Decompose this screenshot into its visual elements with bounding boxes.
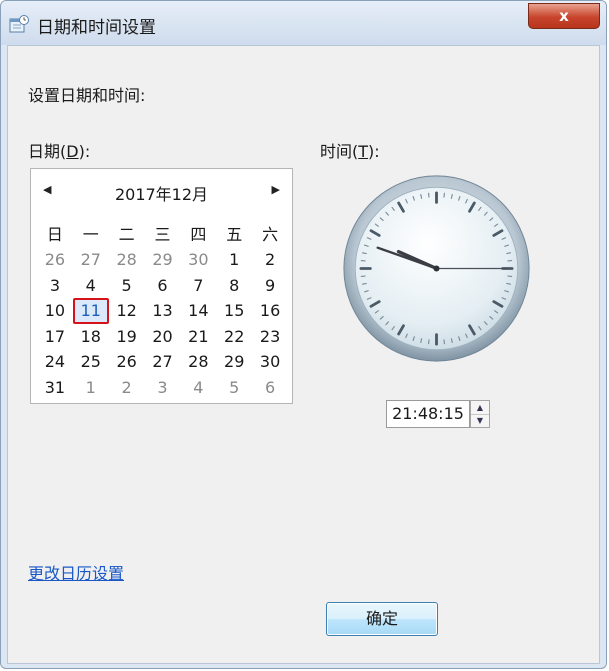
calendar-day[interactable]: 2 — [252, 247, 288, 273]
calendar-day[interactable]: 27 — [73, 247, 109, 273]
calendar-day[interactable]: 6 — [145, 273, 181, 299]
clock-minute-tick — [361, 282, 367, 285]
weekday-label: 日 — [46, 225, 63, 244]
calendar-day[interactable]: 5 — [216, 375, 252, 401]
clock-minute-tick — [420, 193, 423, 199]
calendar-day[interactable]: 20 — [145, 324, 181, 350]
clock-minute-tick — [450, 338, 453, 344]
calendar-day[interactable]: 8 — [216, 273, 252, 299]
calendar-day[interactable]: 4 — [73, 273, 109, 299]
ok-button[interactable]: 确定 — [326, 602, 438, 636]
calendar-day[interactable]: 16 — [252, 298, 288, 324]
calendar-day[interactable]: 28 — [109, 247, 145, 273]
time-decrement-button[interactable]: ▼ — [471, 414, 489, 427]
analog-clock — [343, 175, 530, 362]
arrow-up-icon: ▲ — [476, 403, 484, 412]
date-label: 日期(D): — [28, 142, 91, 161]
dialog-body: 设置日期和时间: 日期(D): 时间(T): ◀ 2017年12月 ▶ 日 一 … — [7, 45, 600, 664]
calendar-day[interactable]: 9 — [252, 273, 288, 299]
calendar-day[interactable]: 30 — [180, 247, 216, 273]
calendar-day[interactable]: 14 — [180, 298, 216, 324]
calendar-day[interactable]: 19 — [109, 324, 145, 350]
date-time-settings-dialog: 日期和时间设置 x 设置日期和时间: 日期(D): 时间(T): ◀ 2017年… — [0, 0, 607, 669]
weekday-label: 一 — [82, 225, 99, 244]
window-title: 日期和时间设置 — [37, 18, 156, 38]
close-button[interactable]: x — [528, 3, 600, 29]
calendar-day[interactable]: 10 — [37, 298, 73, 324]
calendar-clock-icon — [9, 15, 29, 33]
time-spinner: ▲ ▼ — [470, 400, 490, 428]
calendar-day[interactable]: 29 — [145, 247, 181, 273]
weekday-label: 五 — [226, 225, 243, 244]
calendar-day[interactable]: 4 — [180, 375, 216, 401]
calendar-day[interactable]: 1 — [216, 247, 252, 273]
calendar-day[interactable]: 3 — [37, 273, 73, 299]
calendar-day[interactable]: 2 — [109, 375, 145, 401]
calendar-day[interactable]: 31 — [37, 375, 73, 401]
clock-minute-tick — [420, 338, 423, 344]
arrow-down-icon: ▼ — [476, 416, 484, 425]
clock-minute-tick — [450, 193, 453, 199]
next-month-button[interactable]: ▶ — [272, 183, 280, 196]
calendar-day-selected[interactable]: 11 — [72, 298, 109, 324]
calendar-day[interactable]: 27 — [145, 349, 181, 375]
calendar-day[interactable]: 13 — [145, 298, 181, 324]
calendar-day[interactable]: 28 — [180, 349, 216, 375]
calendar-day[interactable]: 22 — [216, 324, 252, 350]
calendar-day[interactable]: 25 — [73, 349, 109, 375]
clock-minute-tick — [361, 252, 367, 255]
calendar-day-grid: 26 27 28 29 30 1 2 3 4 5 6 7 8 9 10 11 12 13 14 15 16 17 18 19 2… — [37, 247, 288, 400]
clock-minute-tick — [506, 252, 512, 255]
calendar-day[interactable]: 12 — [109, 298, 145, 324]
time-input[interactable]: 21:48:15 — [386, 400, 470, 428]
time-increment-button[interactable]: ▲ — [471, 401, 489, 415]
clock-minute-tick — [506, 282, 512, 285]
clock-center — [433, 265, 440, 272]
calendar-day[interactable]: 29 — [216, 349, 252, 375]
weekday-label: 四 — [190, 225, 207, 244]
calendar-month-title[interactable]: 2017年12月 — [31, 181, 292, 205]
dialog-heading: 设置日期和时间: — [28, 86, 146, 105]
calendar-day[interactable]: 18 — [73, 324, 109, 350]
weekday-label: 六 — [262, 225, 279, 244]
change-calendar-settings-link[interactable]: 更改日历设置 — [28, 560, 124, 584]
calendar-day[interactable]: 26 — [37, 247, 73, 273]
weekday-label: 二 — [118, 225, 135, 244]
calendar-day[interactable]: 24 — [37, 349, 73, 375]
time-label: 时间(T): — [320, 142, 380, 161]
calendar: ◀ 2017年12月 ▶ 日 一 二 三 四 五 六 26 27 28 29 30 1 2 3… — [30, 168, 293, 404]
calendar-day[interactable]: 5 — [109, 273, 145, 299]
close-icon: x — [559, 7, 569, 25]
title-bar[interactable]: 日期和时间设置 x — [1, 1, 606, 45]
calendar-day[interactable]: 26 — [109, 349, 145, 375]
weekday-header: 日 一 二 三 四 五 六 — [37, 221, 288, 245]
calendar-day[interactable]: 30 — [252, 349, 288, 375]
calendar-day[interactable]: 21 — [180, 324, 216, 350]
calendar-day[interactable]: 1 — [73, 375, 109, 401]
calendar-day[interactable]: 6 — [252, 375, 288, 401]
calendar-day[interactable]: 23 — [252, 324, 288, 350]
calendar-day[interactable]: 3 — [145, 375, 181, 401]
calendar-day[interactable]: 7 — [180, 273, 216, 299]
calendar-day[interactable]: 15 — [216, 298, 252, 324]
calendar-day[interactable]: 17 — [37, 324, 73, 350]
weekday-label: 三 — [154, 225, 171, 244]
